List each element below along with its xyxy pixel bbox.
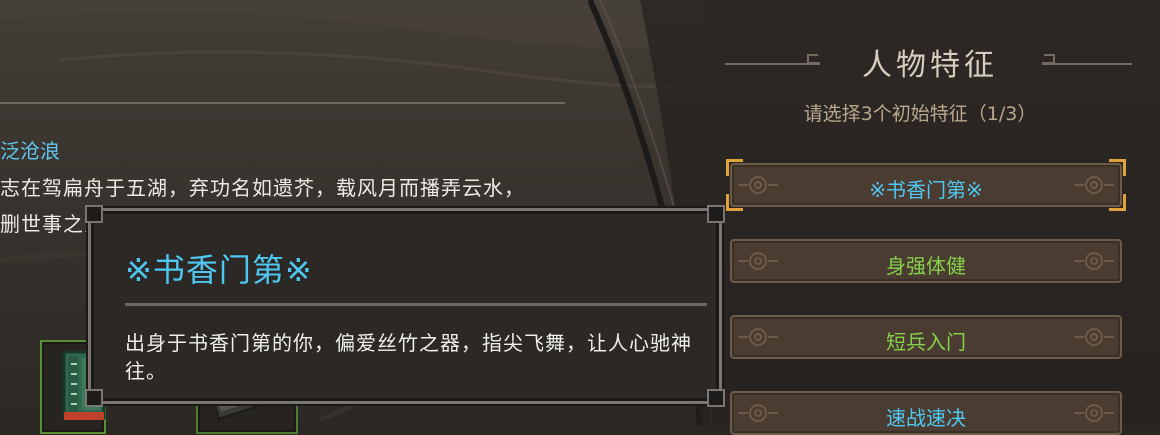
tooltip-divider [125, 303, 707, 306]
trait-button-scholar-family[interactable]: ※书香门第※ [726, 159, 1126, 211]
tooltip-corner [85, 205, 103, 223]
trait-tooltip: ※书香门第※ 出身于书香门第的你，偏爱丝竹之器，指尖飞舞，让人心驰神往。 [85, 205, 725, 407]
trait-button-short-weapon[interactable]: 短兵入门 [730, 315, 1122, 359]
tooltip-description: 出身于书香门第的你，偏爱丝竹之器，指尖飞舞，让人心驰神往。 [125, 331, 692, 383]
trait-label: ※书香门第※ [869, 178, 983, 202]
story-divider [0, 102, 565, 104]
trait-label: 速战速决 [886, 406, 966, 430]
panel-title-rule-right [1042, 63, 1132, 65]
story-title: 泛沧浪 [0, 139, 60, 163]
trait-label: 短兵入门 [886, 330, 966, 354]
trait-button-strong-body[interactable]: 身强体健 [730, 239, 1122, 283]
story-text-line: 志在驾扁舟于五湖，弃功名如遗芥，载风月而播弄云水， [0, 176, 525, 200]
trait-button-quick-battle[interactable]: 速战速决 [730, 391, 1122, 435]
tooltip-corner [707, 389, 725, 407]
panel-title-rule-left [725, 63, 820, 65]
trait-selection-hint: 请选择3个初始特征（1/3） [803, 103, 1037, 125]
trait-label: 身强体健 [886, 254, 966, 278]
tooltip-corner [85, 389, 103, 407]
panel-title: 人物特征 [862, 48, 998, 83]
tooltip-corner [707, 205, 725, 223]
tooltip-title: ※书香门第※ [125, 251, 313, 289]
